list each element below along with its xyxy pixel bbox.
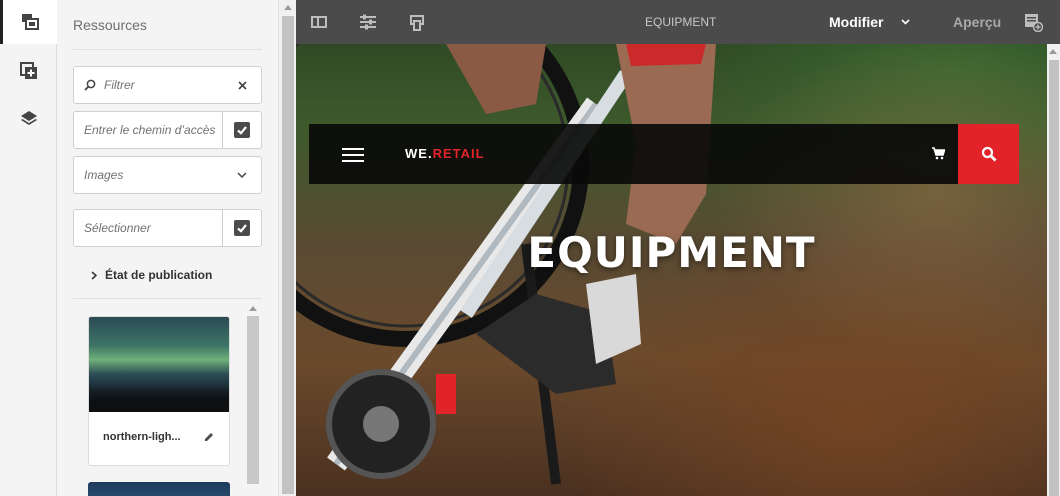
asset-thumbnail: [89, 317, 229, 412]
content-tree-tab[interactable]: [0, 97, 57, 141]
search-icon: [84, 79, 96, 91]
publication-state-toggle[interactable]: État de publication: [91, 268, 212, 282]
clear-icon[interactable]: [238, 81, 247, 90]
page-editor: Ressources Filtrer Entrer le chemin d’ac…: [0, 0, 1060, 496]
asset-name: northern-ligh...: [103, 431, 181, 443]
scrollbar-thumb[interactable]: [247, 316, 259, 484]
mode-label: Modifier: [829, 14, 884, 30]
assets-icon: [22, 14, 39, 30]
side-rail: [0, 0, 57, 496]
asset-type-select[interactable]: Images: [73, 156, 262, 194]
scroll-up-arrow[interactable]: [1049, 49, 1057, 54]
edit-icon[interactable]: [203, 431, 215, 443]
canvas-scrollbar[interactable]: [1047, 44, 1060, 496]
filter-placeholder: Filtrer: [104, 78, 135, 92]
side-panel-icon: [311, 16, 327, 28]
assets-tab[interactable]: [0, 0, 57, 44]
logo-prefix: WE.: [405, 146, 433, 161]
assets-panel: Ressources Filtrer Entrer le chemin d’ac…: [57, 0, 278, 496]
search-icon: [981, 146, 996, 162]
add-component-icon: [19, 62, 37, 79]
filter-input[interactable]: Filtrer: [73, 66, 262, 104]
divider: [73, 298, 262, 299]
publication-state-label: État de publication: [105, 268, 213, 282]
site-header: WE.RETAIL: [309, 124, 1019, 184]
site-search-button[interactable]: [958, 124, 1019, 184]
page-properties-button[interactable]: [358, 12, 378, 32]
page-title: EQUIPMENT: [645, 15, 717, 29]
path-placeholder: Entrer le chemin d’accès: [84, 123, 216, 137]
menu-icon[interactable]: [342, 148, 364, 162]
select-placeholder: Sélectionner: [84, 221, 151, 235]
chevron-down-icon: [901, 19, 911, 25]
layers-icon: [20, 111, 37, 125]
annotate-button[interactable]: [1023, 12, 1044, 33]
scrollbar-thumb[interactable]: [1049, 60, 1059, 496]
chevron-right-icon: [91, 270, 97, 280]
toggle-side-panel-button[interactable]: [309, 12, 329, 32]
preview-button[interactable]: Aperçu: [953, 14, 1001, 30]
devices-icon: [410, 15, 424, 31]
path-browser-button[interactable]: [222, 112, 261, 148]
site-logo[interactable]: WE.RETAIL: [405, 146, 485, 161]
emulator-button[interactable]: [407, 12, 427, 32]
hero-heading: EQUIPMENT: [527, 228, 816, 277]
asset-card[interactable]: northern-ligh...: [88, 316, 230, 466]
chevron-down-icon: [237, 172, 247, 179]
mode-selector[interactable]: Modifier: [829, 14, 911, 30]
annotation-icon: [1025, 14, 1044, 33]
page-canvas[interactable]: WE.RETAIL EQUIPMENT: [296, 44, 1047, 496]
sliders-icon: [360, 14, 376, 30]
cart-icon[interactable]: [931, 146, 945, 160]
scroll-up-arrow[interactable]: [284, 5, 292, 10]
asset-card-partial[interactable]: [88, 482, 230, 496]
checkbox-icon: [234, 122, 250, 138]
asset-type-value: Images: [84, 168, 124, 182]
asset-list-scrollbar[interactable]: [245, 302, 259, 496]
divider: [73, 49, 262, 50]
components-tab[interactable]: [0, 49, 57, 93]
select-browser-button[interactable]: [222, 210, 261, 246]
scroll-up-arrow[interactable]: [249, 306, 257, 311]
logo-suffix: RETAIL: [432, 146, 485, 161]
scrollbar-thumb[interactable]: [282, 16, 294, 494]
editor-toolbar: EQUIPMENT Modifier Aperçu: [296, 0, 1060, 44]
checkbox-icon: [234, 220, 250, 236]
select-field[interactable]: Sélectionner: [73, 209, 262, 247]
panel-title: Ressources: [73, 17, 147, 33]
path-field[interactable]: Entrer le chemin d’accès: [73, 111, 262, 149]
panel-scrollbar[interactable]: [278, 0, 296, 496]
